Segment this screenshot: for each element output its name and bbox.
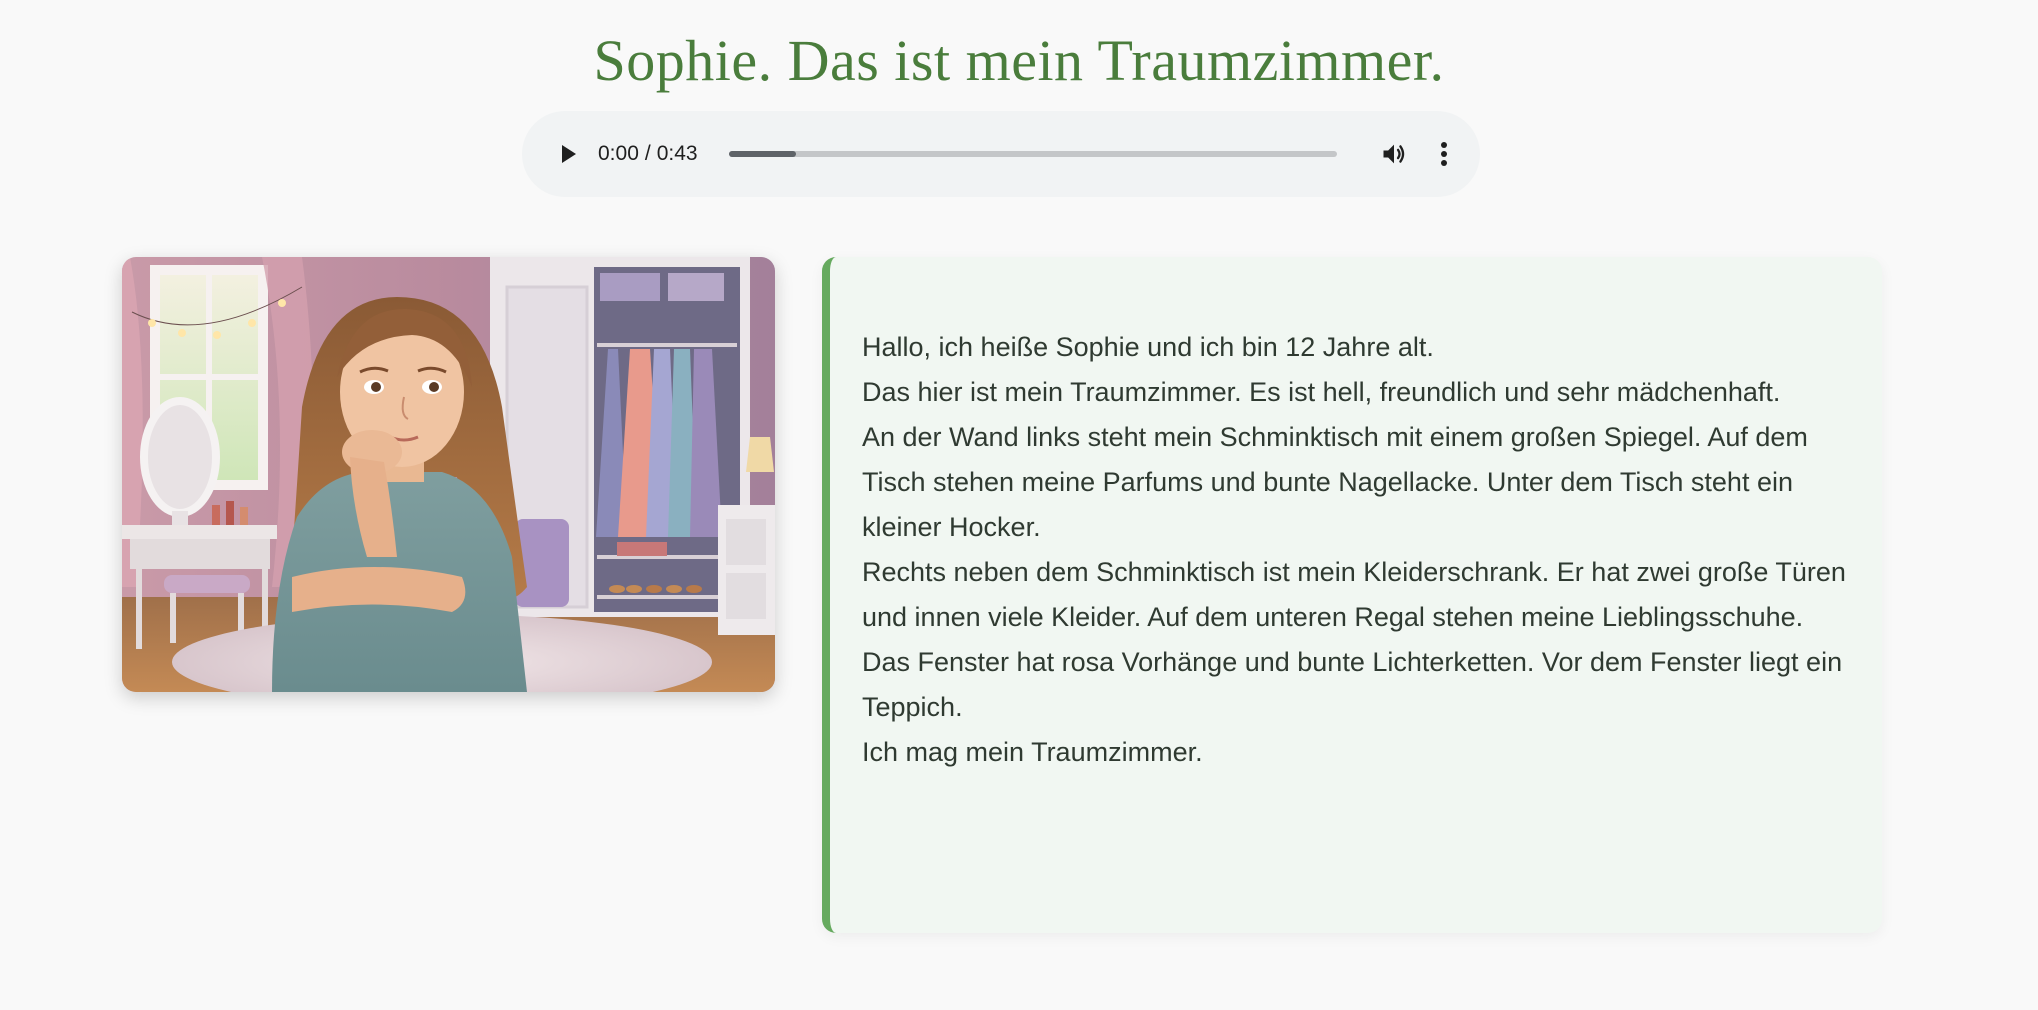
- story-card: Hallo, ich heiße Sophie und ich bin 12 J…: [822, 257, 1882, 933]
- story-line-2: Das hier ist mein Traumzimmer. Es ist he…: [862, 377, 1781, 407]
- page-title: Sophie. Das ist mein Traumzimmer.: [593, 28, 1445, 93]
- volume-button[interactable]: [1374, 134, 1414, 174]
- story-line-4: Rechts neben dem Schminktisch ist mein K…: [862, 557, 1846, 632]
- play-button[interactable]: [548, 134, 588, 174]
- story-line-6: Ich mag mein Traumzimmer.: [862, 737, 1203, 767]
- more-options-button[interactable]: [1424, 134, 1464, 174]
- time-separator: /: [644, 142, 651, 165]
- story-line-3: An der Wand links steht mein Schminktisc…: [862, 422, 1808, 542]
- time-display: 0:00/0:43: [598, 111, 698, 197]
- volume-icon: [1383, 144, 1405, 164]
- play-icon: [562, 145, 576, 163]
- story-line-1: Hallo, ich heiße Sophie und ich bin 12 J…: [862, 332, 1434, 362]
- duration: 0:43: [656, 142, 698, 165]
- bedroom-girl-illustration: [122, 257, 775, 692]
- more-vertical-icon: [1441, 142, 1447, 166]
- current-time: 0:00: [598, 142, 639, 165]
- audio-player[interactable]: 0:00/0:43: [522, 111, 1480, 197]
- progress-buffered: [729, 151, 796, 157]
- progress-slider[interactable]: [729, 151, 1337, 157]
- story-line-5: Das Fenster hat rosa Vorhänge und bunte …: [862, 647, 1843, 722]
- story-illustration: [122, 257, 775, 692]
